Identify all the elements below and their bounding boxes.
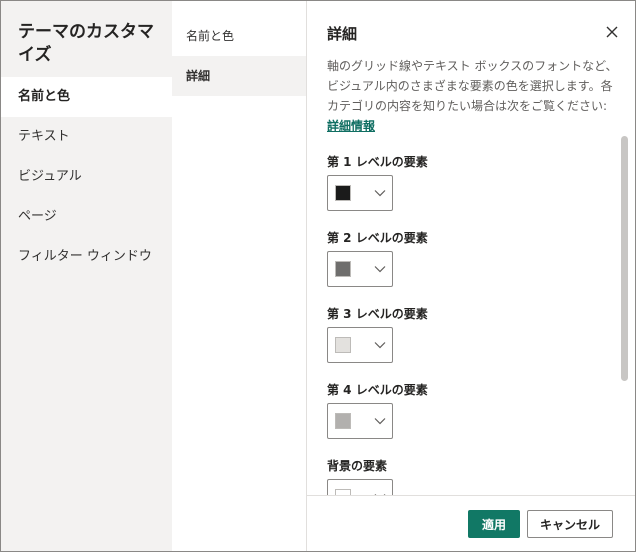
nav-item-filter-pane[interactable]: フィルター ウィンドウ (1, 237, 172, 277)
color-picker-level-3[interactable] (327, 327, 393, 363)
nav-item-name-and-color[interactable]: 名前と色 (1, 77, 172, 117)
color-picker-level-4[interactable] (327, 403, 393, 439)
nav-item-page[interactable]: ページ (1, 197, 172, 237)
content-scroll-area: 軸のグリッド線やテキスト ボックスのフォントなど、ビジュアル内のさまざまな要素の… (307, 56, 625, 496)
section-label-background: 背景の要素 (327, 459, 388, 473)
section-label-level-1: 第 1 レベルの要素 (327, 155, 428, 169)
subnav-item-advanced[interactable]: 詳細 (172, 56, 306, 96)
section-label-level-2: 第 2 レベルの要素 (327, 231, 428, 245)
chevron-down-icon (374, 342, 386, 349)
left-nav: テーマのカスタマイズ 名前と色 テキスト ビジュアル ページ フィルター ウィン… (1, 1, 172, 551)
sub-nav: 名前と色 詳細 (172, 1, 307, 551)
customize-theme-dialog: テーマのカスタマイズ 名前と色 テキスト ビジュアル ページ フィルター ウィン… (0, 0, 636, 552)
scrollbar (621, 136, 628, 386)
nav-item-visuals[interactable]: ビジュアル (1, 157, 172, 197)
dialog-title: テーマのカスタマイズ (18, 22, 154, 65)
color-swatch (335, 413, 351, 429)
nav-item-text[interactable]: テキスト (1, 117, 172, 157)
scrollbar-thumb[interactable] (621, 136, 628, 381)
subnav-item-name-and-color[interactable]: 名前と色 (172, 16, 306, 56)
section-label-level-4: 第 4 レベルの要素 (327, 383, 428, 397)
color-swatch (335, 337, 351, 353)
cancel-button[interactable]: キャンセル (527, 510, 613, 538)
content-title: 詳細 (327, 25, 358, 43)
description-text: 軸のグリッド線やテキスト ボックスのフォントなど、ビジュアル内のさまざまな要素の… (327, 59, 618, 113)
dialog-footer: 適用 キャンセル (307, 495, 635, 551)
color-picker-background[interactable] (327, 479, 393, 496)
description: 軸のグリッド線やテキスト ボックスのフォントなど、ビジュアル内のさまざまな要素の… (327, 56, 619, 136)
apply-button[interactable]: 適用 (468, 510, 520, 538)
chevron-down-icon (374, 190, 386, 197)
chevron-down-icon (374, 418, 386, 425)
content-pane: 詳細 軸のグリッド線やテキスト ボックスのフォントなど、ビジュアル内のさまざまな… (307, 1, 635, 551)
color-picker-level-2[interactable] (327, 251, 393, 287)
chevron-down-icon (374, 266, 386, 273)
close-icon[interactable] (603, 23, 621, 41)
color-swatch (335, 185, 351, 201)
color-swatch (335, 261, 351, 277)
section-label-level-3: 第 3 レベルの要素 (327, 307, 428, 321)
learn-more-link[interactable]: 詳細情報 (327, 119, 375, 133)
color-picker-level-1[interactable] (327, 175, 393, 211)
